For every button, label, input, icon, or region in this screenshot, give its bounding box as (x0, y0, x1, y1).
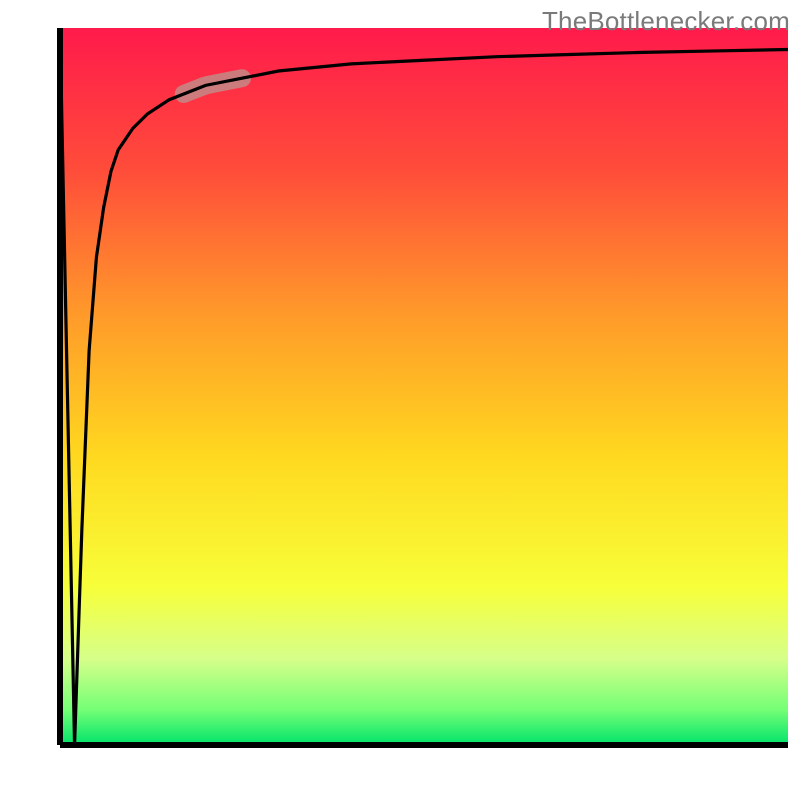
chart-container: TheBottlenecker.com (0, 0, 800, 800)
gradient-background (60, 28, 788, 745)
watermark-text: TheBottlenecker.com (542, 6, 790, 37)
bottleneck-chart (0, 0, 800, 800)
